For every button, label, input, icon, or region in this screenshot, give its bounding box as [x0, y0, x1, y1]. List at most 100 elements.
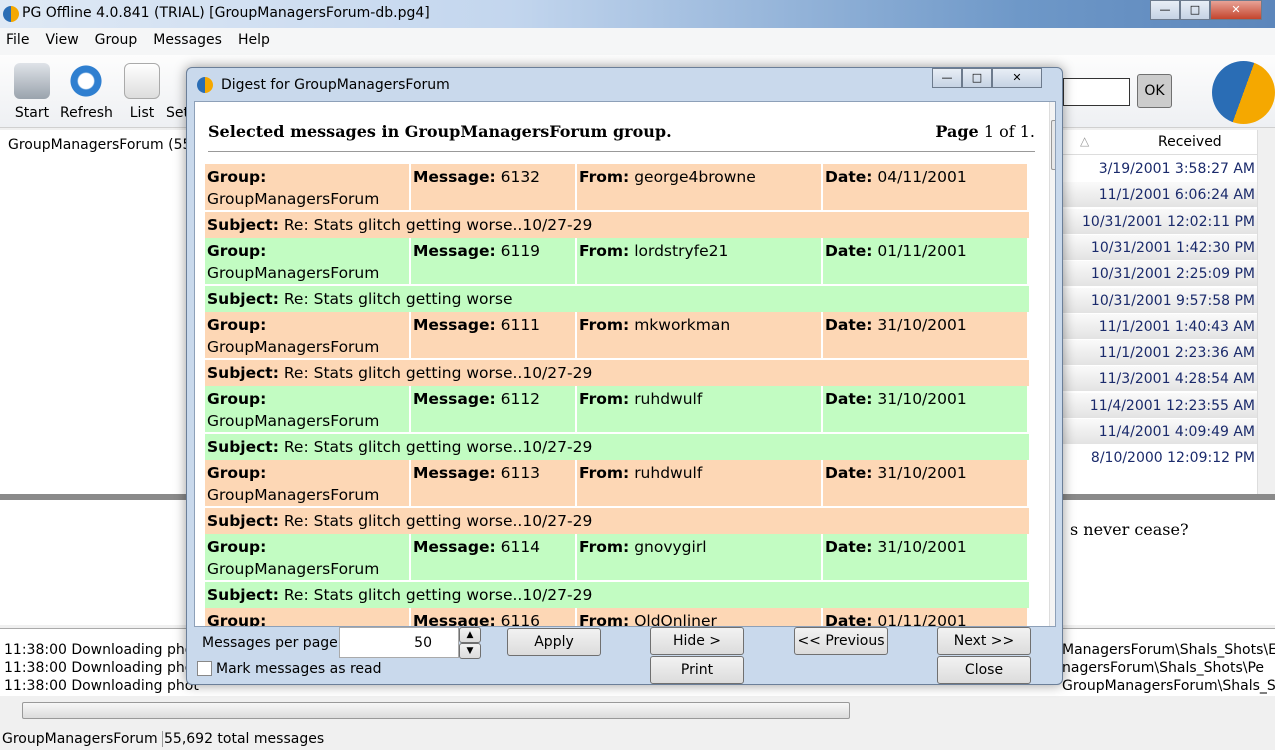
- digest-content: Selected messages in GroupManagersForum …: [194, 101, 1056, 627]
- message-message: Message: 6114: [411, 534, 577, 580]
- list-row[interactable]: 8/10/2000 12:09:12 PM: [1062, 445, 1257, 472]
- list-row[interactable]: 10/31/2001 12:02:11 PM: [1062, 208, 1257, 235]
- close-window-button[interactable]: ✕: [1210, 0, 1262, 20]
- date-label: Date:: [825, 538, 873, 556]
- page-indicator: Page 1 of 1.: [935, 122, 1035, 141]
- page-label: Page: [935, 122, 979, 141]
- per-page-up-button[interactable]: ▲: [459, 627, 481, 643]
- message-value: 6111: [500, 316, 541, 334]
- menu-group[interactable]: Group: [89, 28, 138, 48]
- list-vertical-scrollbar[interactable]: [1257, 130, 1275, 495]
- message-subject: Subject: Re: Stats glitch getting worse.…: [205, 580, 1029, 606]
- ok-button[interactable]: OK: [1137, 74, 1172, 108]
- message-group: Group:: [205, 608, 411, 626]
- from-value: ruhdwulf: [634, 390, 703, 408]
- subject-value: Re: Stats glitch getting worse: [283, 290, 513, 308]
- from-value: mkworkman: [634, 316, 731, 334]
- list-button[interactable]: List: [124, 63, 160, 121]
- message-date: Date: 31/10/2001: [823, 386, 1029, 432]
- list-header: △ Received: [1062, 130, 1257, 155]
- message-label: Message:: [413, 168, 496, 186]
- close-button[interactable]: Close: [937, 656, 1031, 684]
- message-from: From: ruhdwulf: [577, 460, 823, 506]
- message-message: Message: 6111: [411, 312, 577, 358]
- date-label: Date:: [825, 316, 873, 334]
- from-label: From:: [579, 316, 630, 334]
- list-row[interactable]: 11/1/2001 1:40:43 AM: [1062, 313, 1257, 340]
- group-item[interactable]: GroupManagersForum (556: [8, 137, 200, 153]
- mark-read-checkbox[interactable]: [197, 661, 212, 676]
- digest-message[interactable]: Group: GroupManagersForum Message: 6114 Fr…: [205, 534, 1029, 608]
- menu-file[interactable]: File: [0, 28, 29, 48]
- subject-label: Subject:: [207, 216, 279, 234]
- from-value: ruhdwulf: [634, 464, 703, 482]
- message-from: From: ruhdwulf: [577, 386, 823, 432]
- dialog-close-x-button[interactable]: ✕: [992, 68, 1042, 88]
- per-page-down-button[interactable]: ▼: [459, 643, 481, 659]
- digest-message[interactable]: Group: GroupManagersForum Message: 6112 Fr…: [205, 386, 1029, 460]
- subject-value: Re: Stats glitch getting worse..10/27-29: [283, 438, 593, 456]
- next-button[interactable]: Next >>: [937, 627, 1031, 655]
- list-row[interactable]: 11/1/2001 6:06:24 AM: [1062, 182, 1257, 209]
- window-title: PG Offline 4.0.841 (TRIAL) [GroupManager…: [22, 5, 430, 21]
- dialog-maximize-button[interactable]: □: [962, 68, 992, 88]
- log-line-tail: ManagersForum\Shals_Shots\E: [1062, 642, 1275, 658]
- preview-text: s never cease?: [1070, 520, 1189, 539]
- menu-view[interactable]: View: [39, 28, 78, 48]
- digest-message[interactable]: Group: Message: 6116 From: OldOnliner Date…: [205, 608, 1029, 627]
- message-label: Message:: [413, 316, 496, 334]
- refresh-icon: [68, 63, 105, 99]
- refresh-button[interactable]: Refresh: [60, 63, 113, 121]
- dialog-minimize-button[interactable]: —: [932, 68, 962, 88]
- group-value: GroupManagersForum: [207, 264, 380, 282]
- digest-message[interactable]: Group: GroupManagersForum Message: 6119 Fr…: [205, 238, 1029, 312]
- date-label: Date:: [825, 612, 873, 627]
- sort-arrow-icon[interactable]: △: [1080, 134, 1089, 148]
- list-row[interactable]: 3/19/2001 3:58:27 AM: [1062, 156, 1257, 182]
- date-label: Date:: [825, 390, 873, 408]
- scrollbar-thumb[interactable]: [1051, 120, 1055, 170]
- search-input[interactable]: [1063, 78, 1130, 106]
- apply-button[interactable]: Apply: [507, 628, 601, 656]
- list-row[interactable]: 10/31/2001 2:25:09 PM: [1062, 261, 1257, 288]
- date-value: 31/10/2001: [877, 390, 967, 408]
- hide-button[interactable]: Hide >: [650, 627, 744, 655]
- from-label: From:: [579, 242, 630, 260]
- list-row[interactable]: 11/4/2001 12:23:55 AM: [1062, 392, 1257, 419]
- message-group: Group: GroupManagersForum: [205, 238, 411, 284]
- list-row[interactable]: 11/4/2001 4:09:49 AM: [1062, 419, 1257, 445]
- settings-icon: [169, 63, 187, 99]
- log-line: 11:38:00 Downloading phot: [4, 642, 199, 658]
- list-row[interactable]: 10/31/2001 1:42:30 PM: [1062, 234, 1257, 261]
- date-value: 31/10/2001: [877, 464, 967, 482]
- message-value: 6113: [500, 464, 541, 482]
- digest-message[interactable]: Group: GroupManagersForum Message: 6113 Fr…: [205, 460, 1029, 534]
- print-button[interactable]: Print: [650, 656, 744, 684]
- message-from: From: lordstryfe21: [577, 238, 823, 284]
- start-button[interactable]: Start: [14, 63, 50, 121]
- per-page-input[interactable]: 50: [339, 627, 459, 658]
- menu-help[interactable]: Help: [232, 28, 270, 48]
- digest-message[interactable]: Group: GroupManagersForum Message: 6132 Fr…: [205, 164, 1029, 238]
- message-date: Date: 01/11/2001: [823, 608, 1029, 627]
- minimize-button[interactable]: —: [1150, 0, 1180, 20]
- digest-vertical-scrollbar[interactable]: [1049, 102, 1055, 626]
- page-number: 1: [983, 122, 994, 141]
- list-icon: [124, 63, 160, 99]
- date-value: 01/11/2001: [877, 612, 967, 627]
- message-from: From: george4browne: [577, 164, 823, 210]
- list-row[interactable]: 11/3/2001 4:28:54 AM: [1062, 366, 1257, 393]
- log-horizontal-scrollbar[interactable]: [0, 700, 1275, 722]
- subject-value: Re: Stats glitch getting worse..10/27-29: [283, 586, 593, 604]
- digest-message[interactable]: Group: GroupManagersForum Message: 6111 Fr…: [205, 312, 1029, 386]
- scrollbar-thumb[interactable]: [22, 702, 850, 719]
- list-row[interactable]: 10/31/2001 9:57:58 PM: [1062, 287, 1257, 314]
- digest-heading: Selected messages in GroupManagersForum …: [208, 122, 1035, 152]
- maximize-button[interactable]: □: [1180, 0, 1210, 20]
- list-row[interactable]: 11/1/2001 2:23:36 AM: [1062, 340, 1257, 367]
- message-group: Group: GroupManagersForum: [205, 164, 411, 210]
- menu-messages[interactable]: Messages: [147, 28, 222, 48]
- message-value: 6114: [500, 538, 541, 556]
- column-header-received[interactable]: Received: [1158, 134, 1222, 150]
- previous-button[interactable]: << Previous: [794, 627, 888, 655]
